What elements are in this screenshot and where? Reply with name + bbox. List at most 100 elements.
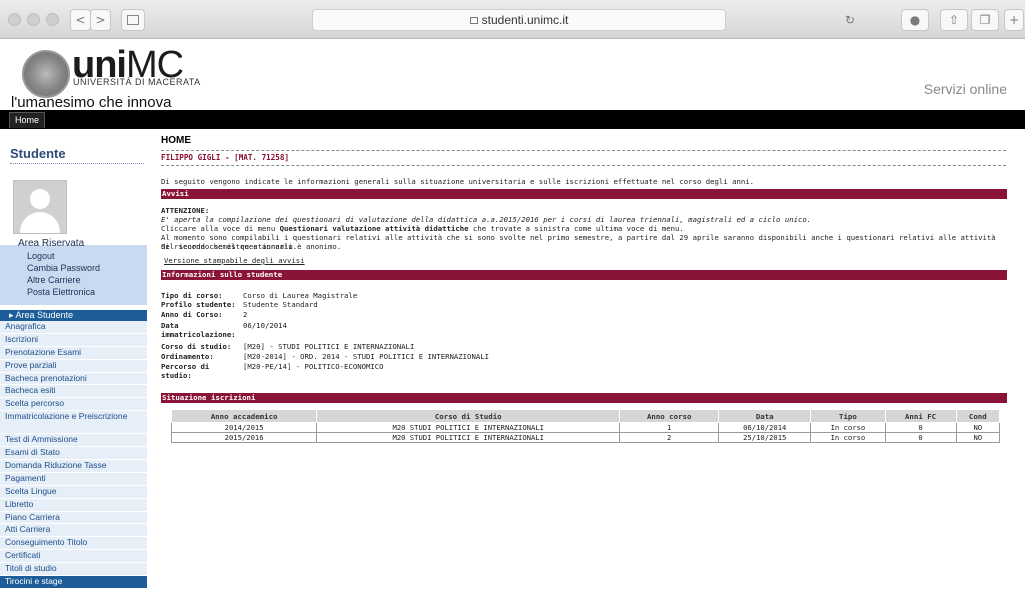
sidebar-item-tirocini[interactable]: Tirocini e stage (0, 576, 147, 589)
reserved-area-title: Area Riservata (18, 238, 85, 249)
sidebar-item-test-ammissione[interactable]: Test di Ammissione (0, 434, 147, 448)
sidebar-item-piano-carriera[interactable]: Piano Carriera (0, 511, 147, 525)
notice-line: E' aperta la compilazione dei questionar… (161, 215, 812, 224)
chevron-right-icon: > (95, 13, 106, 27)
site-logo[interactable]: uniMC UNIVERSITÀ DI MACERATA l'umanesimo… (11, 44, 314, 112)
sidebar-item-libretto[interactable]: Libretto (0, 498, 147, 512)
sidebar-item-immatricolazione[interactable]: Immatricolazione e Preiscrizione (0, 411, 147, 435)
share-button[interactable]: ⇧ (940, 9, 968, 31)
info-header: Informazioni sullo studente (161, 270, 1007, 280)
reserved-area: Area Riservata Logout Cambia Password Al… (0, 238, 147, 305)
maximize-window-button[interactable] (46, 13, 59, 26)
back-button[interactable]: < (70, 9, 91, 31)
table-cell: In corso (810, 432, 886, 443)
sidebar-item-scelta-lingue[interactable]: Scelta Lingue (0, 485, 147, 499)
avatar-panel (0, 170, 147, 242)
notice-line: Si ricorda che il questionario è anonimo… (161, 242, 342, 251)
table-cell: 0 (884, 432, 957, 443)
divider (10, 163, 144, 164)
tabs-button[interactable]: ❐ (971, 9, 999, 31)
table-cell: 0 (884, 422, 957, 433)
share-icon: ⇧ (948, 13, 960, 27)
table-cell: 1 (619, 422, 720, 433)
column-header: Corso di Studio (316, 409, 621, 423)
column-header: Tipo (810, 409, 886, 423)
brand-subtitle: UNIVERSITÀ DI MACERATA (73, 77, 201, 87)
divider (161, 150, 1006, 151)
chevron-left-icon: < (75, 13, 86, 27)
tabs-icon: ❐ (979, 13, 991, 27)
tagline: l'umanesimo che innova (11, 94, 172, 111)
sidebar-item-esami-di-stato[interactable]: Esami di Stato (0, 447, 147, 461)
table-header-row: Anno accademico Corso di Studio Anno cor… (170, 409, 1001, 423)
table-cell: 2014/2015 (170, 422, 318, 433)
change-password-link[interactable]: Cambia Password (27, 263, 100, 273)
column-header: Anno corso (619, 409, 720, 423)
avatar (13, 180, 67, 234)
table-row: 2015/2016 M20 STUDI POLITICI E INTERNAZI… (170, 432, 1001, 443)
close-window-button[interactable] (8, 13, 21, 26)
window-controls (8, 13, 59, 26)
downloads-button[interactable]: ● (901, 9, 929, 31)
print-version-link[interactable]: Versione stampabile degli avvisi (164, 256, 305, 265)
table-cell: In corso (810, 422, 886, 433)
table-cell: 06/10/2014 (718, 422, 812, 433)
sidebar-item-pagamenti[interactable]: Pagamenti (0, 472, 147, 486)
sidebar-item-scelta-percorso[interactable]: Scelta percorso (0, 398, 147, 412)
table-row: 2014/2015 M20 STUDI POLITICI E INTERNAZI… (170, 422, 1001, 433)
browser-toolbar: < > studenti.unimc.it ↻ ● ⇧ ❐ + (0, 0, 1025, 39)
servizi-online-label: Servizi online (923, 81, 1007, 97)
sidebar-item-conseguimento-titolo[interactable]: Conseguimento Titolo (0, 537, 147, 551)
column-header: Anno accademico (170, 409, 318, 423)
student-menu: ▸ Area Studente Anagrafica Iscrizioni Pr… (0, 310, 147, 589)
student-name: FILIPPO GIGLI - [MAT. 71258] (161, 153, 290, 162)
intro-text: Di seguito vengono indicate le informazi… (161, 177, 755, 186)
student-menu-header[interactable]: ▸ Area Studente (0, 310, 147, 321)
address-bar[interactable]: studenti.unimc.it ↻ (312, 9, 855, 31)
sidebar-item-certificati[interactable]: Certificati (0, 550, 147, 564)
home-tab[interactable]: Home (9, 112, 46, 128)
table-cell: M20 STUDI POLITICI E INTERNAZIONALI (316, 432, 621, 443)
university-seal-icon (22, 50, 70, 98)
sidebar-item-prenotazione-esami[interactable]: Prenotazione Esami (0, 346, 147, 360)
table-cell: 2 (619, 432, 720, 443)
minimize-window-button[interactable] (27, 13, 40, 26)
sidebar-icon (127, 15, 139, 25)
notice-line: Cliccare alla voce di menu Questionari v… (161, 224, 684, 233)
sidebar-title: Studente (10, 146, 66, 161)
table-cell: 2015/2016 (170, 432, 318, 443)
sidebar-item-bacheca-esiti[interactable]: Bacheca esiti (0, 385, 147, 399)
divider (161, 165, 1006, 166)
table-cell: 25/10/2015 (718, 432, 812, 443)
sidebar-item-riduzione-tasse[interactable]: Domanda Riduzione Tasse (0, 460, 147, 473)
attention-title: ATTENZIONE: (161, 206, 210, 215)
sidebar-item-anagrafica[interactable]: Anagrafica (0, 321, 147, 334)
sidebar-toggle-button[interactable] (121, 9, 145, 31)
column-header: Anni FC (884, 409, 957, 423)
other-careers-link[interactable]: Altre Carriere (27, 275, 81, 285)
sidebar-item-prove-parziali[interactable]: Prove parziali (0, 359, 147, 373)
plus-icon: + (1008, 13, 1020, 27)
sidebar-item-titoli-di-studio[interactable]: Titoli di studio (0, 563, 147, 577)
url-text: studenti.unimc.it (481, 13, 569, 27)
new-tab-button[interactable]: + (1004, 9, 1024, 31)
reload-icon[interactable]: ↻ (845, 10, 855, 30)
sidebar: Studente Area Riservata Logout Cambia Pa… (0, 129, 147, 589)
iscrizioni-header: Situazione iscrizioni (161, 393, 1007, 403)
logout-link[interactable]: Logout (27, 251, 55, 261)
page-title: HOME (161, 135, 191, 146)
table-cell: M20 STUDI POLITICI E INTERNAZIONALI (316, 422, 621, 433)
sidebar-item-iscrizioni[interactable]: Iscrizioni (0, 333, 147, 347)
forward-button[interactable]: > (90, 9, 111, 31)
enrollment-table: Anno accademico Corso di Studio Anno cor… (170, 409, 1001, 443)
avvisi-header: Avvisi (161, 189, 1007, 199)
download-icon: ● (909, 13, 921, 27)
column-header: Cond (955, 409, 1001, 423)
top-navigation: Home (0, 110, 1025, 129)
table-cell: NO (955, 422, 1001, 433)
sidebar-item-atti-carriera[interactable]: Atti Carriera (0, 524, 147, 538)
column-header: Data (718, 409, 812, 423)
sidebar-item-bacheca-prenotazioni[interactable]: Bacheca prenotazioni (0, 372, 147, 386)
email-link[interactable]: Posta Elettronica (27, 287, 95, 297)
lock-icon (469, 17, 478, 24)
